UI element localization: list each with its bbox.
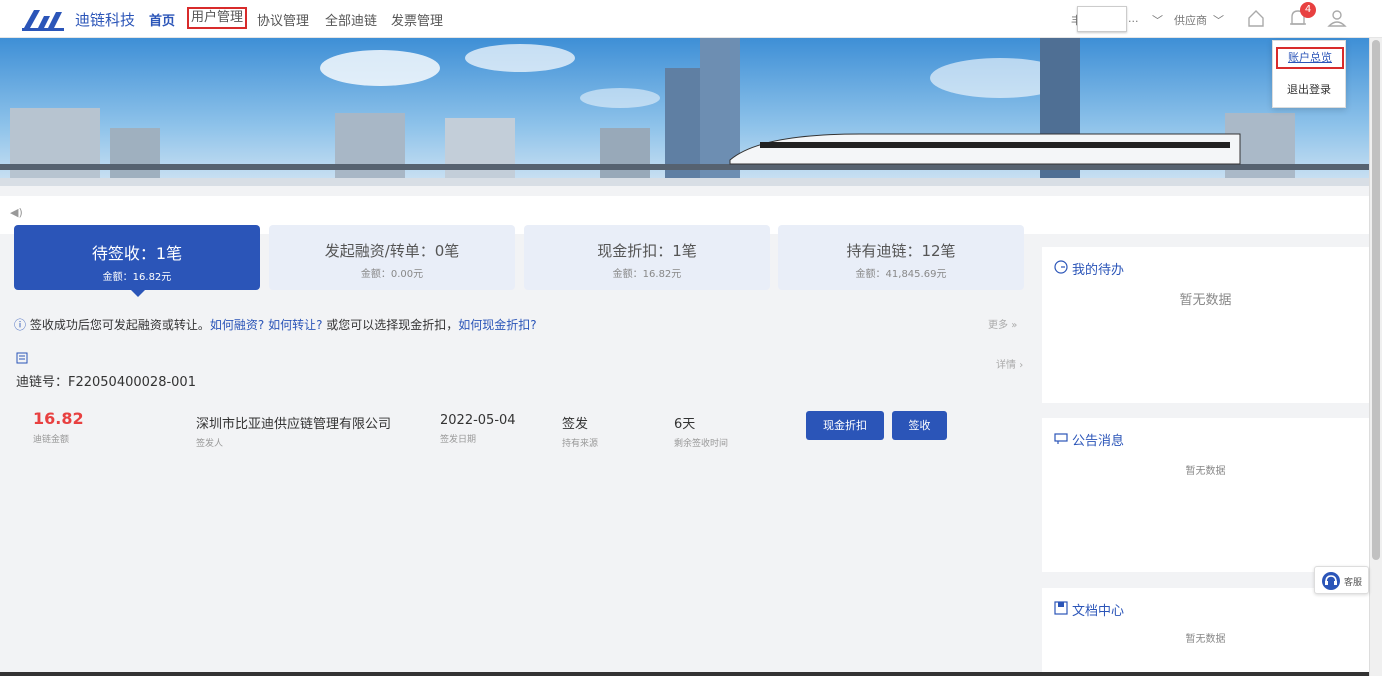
issue-date: 2022-05-04 xyxy=(440,413,516,428)
role-selector[interactable]: 供应商 xyxy=(1174,12,1207,28)
link-how-to-transfer[interactable]: 如何转让? xyxy=(268,318,322,332)
chain-amount: 16.82 xyxy=(33,409,84,428)
user-icon[interactable] xyxy=(1326,7,1348,29)
tab-title: 待签收：1笔 xyxy=(91,244,183,263)
more-label[interactable]: 更多 xyxy=(988,320,1008,331)
document-icon xyxy=(16,352,28,364)
user-name-mask xyxy=(1077,6,1127,32)
issuer-name: 深圳市比亚迪供应链管理有限公司 xyxy=(196,417,392,432)
empty-text: 暂无数据 xyxy=(1179,293,1232,308)
taskbar-edge xyxy=(0,672,1369,676)
chain-amount-label: 迪链金额 xyxy=(33,435,70,445)
link-how-to-finance[interactable]: 如何融资? xyxy=(210,318,264,332)
user-dropdown-menu: 账户总览 退出登录 xyxy=(1272,40,1346,108)
sign-hint: ⓘ 签收成功后您可发起融资或转让。如何融资? 如何转让? 或您可以选择现金折扣，… xyxy=(14,316,537,333)
issue-date-cell: 2022-05-04 签发日期 xyxy=(440,413,516,445)
nav-item-user-management[interactable]: 用户管理 xyxy=(187,7,248,29)
tab-title: 发起融资/转单：0笔 xyxy=(324,242,460,260)
sign-button[interactable]: 签收 xyxy=(892,411,947,440)
info-icon: ⓘ xyxy=(14,318,27,332)
remaining-time: 6天 xyxy=(674,417,696,432)
tab-holding-dilian[interactable]: 持有迪链：12笔 金额：41,845.69元 xyxy=(778,225,1024,290)
more-link[interactable]: 更多 » xyxy=(988,316,1017,331)
cash-discount-button[interactable]: 现金折扣 xyxy=(806,411,884,440)
empty-text: 暂无数据 xyxy=(1185,634,1226,645)
chain-number: 迪链号：F22050400028-001 xyxy=(16,375,196,390)
issue-date-label: 签发日期 xyxy=(440,435,477,445)
hint-middle: 或您可以选择现金折扣， xyxy=(326,318,459,332)
customer-service-button[interactable]: 客服 xyxy=(1314,566,1369,594)
tab-financing-transfer[interactable]: 发起融资/转单：0笔 金额：0.00元 xyxy=(269,225,515,290)
issuer-cell: 深圳市比亚迪供应链管理有限公司 签发人 xyxy=(196,413,391,449)
holding-source-label: 持有来源 xyxy=(562,439,599,449)
tab-amount: 金额：16.82元 xyxy=(612,269,682,280)
panel-title: 公告消息 xyxy=(1072,434,1125,449)
menu-item-account-overview[interactable]: 账户总览 xyxy=(1276,47,1344,69)
double-chevron-icon: » xyxy=(1011,320,1018,331)
todo-icon xyxy=(1054,260,1068,274)
tab-pending-sign[interactable]: 待签收：1笔 金额：16.82元 xyxy=(14,225,260,290)
notification-badge: 4 xyxy=(1300,2,1316,18)
hint-text: 签收成功后您可发起融资或转让。 xyxy=(29,318,210,332)
chain-amount-cell: 16.82 迪链金额 xyxy=(33,409,84,445)
menu-item-logout[interactable]: 退出登录 xyxy=(1273,81,1345,97)
logo-icon xyxy=(22,10,64,31)
nav-item-invoice-management[interactable]: 发票管理 xyxy=(391,10,443,29)
holding-source: 签发 xyxy=(562,417,589,432)
panel-title: 文档中心 xyxy=(1072,604,1125,619)
tab-cash-discount[interactable]: 现金折扣：1笔 金额：16.82元 xyxy=(524,225,770,290)
panel-my-todo: 我的待办 暂无数据 xyxy=(1042,247,1369,403)
page-scrollbar[interactable] xyxy=(1369,38,1382,676)
tab-amount: 金额：41,845.69元 xyxy=(855,269,947,280)
issuer-label: 签发人 xyxy=(196,439,224,449)
detail-label[interactable]: 详情 xyxy=(996,360,1016,371)
active-tab-arrow xyxy=(130,289,146,297)
chevron-down-icon[interactable]: ﹀ xyxy=(1213,12,1224,28)
nav-item-all-dilian[interactable]: 全部迪链 xyxy=(325,10,377,29)
tab-title: 持有迪链：12笔 xyxy=(846,242,956,260)
city-banner-image xyxy=(0,38,1369,186)
headset-icon xyxy=(1322,572,1340,590)
panel-announcements: 公告消息 暂无数据 xyxy=(1042,418,1369,572)
tab-amount: 金额：16.82元 xyxy=(102,272,172,283)
nav-item-home[interactable]: 首页 xyxy=(149,10,175,29)
user-name-suffix[interactable]: ... xyxy=(1128,12,1139,25)
empty-text: 暂无数据 xyxy=(1185,466,1226,477)
brand-name: 迪链科技 xyxy=(75,11,136,29)
link-how-to-cash-discount[interactable]: 如何现金折扣? xyxy=(458,318,536,332)
document-icon xyxy=(1054,601,1068,615)
detail-link[interactable]: 详情 › xyxy=(996,356,1023,371)
scrollbar-thumb[interactable] xyxy=(1372,40,1380,560)
home-icon[interactable] xyxy=(1245,7,1267,29)
tab-title: 现金折扣：1笔 xyxy=(597,242,697,260)
panel-title: 我的待办 xyxy=(1072,263,1125,278)
customer-service-label: 客服 xyxy=(1344,578,1363,588)
announcement-icon xyxy=(1054,433,1068,444)
top-nav: 迪链科技 首页 用户管理 协议管理 全部迪链 发票管理 丰 ... ﹀ 供应商 … xyxy=(0,0,1382,38)
speaker-icon: ◀︎) xyxy=(10,206,23,219)
nav-item-agreement-management[interactable]: 协议管理 xyxy=(257,10,309,29)
table-row: 16.82 迪链金额 深圳市比亚迪供应链管理有限公司 签发人 2022-05-0… xyxy=(16,395,1027,459)
app-window: 迪链科技 首页 用户管理 协议管理 全部迪链 发票管理 丰 ... ﹀ 供应商 … xyxy=(0,0,1382,676)
chevron-down-icon[interactable]: ﹀ xyxy=(1152,12,1163,28)
chevron-right-icon: › xyxy=(1019,360,1024,371)
source-cell: 签发 持有来源 xyxy=(562,413,598,449)
panel-document-center: 文档中心 暂无数据 xyxy=(1042,588,1369,672)
remaining-cell: 6天 剩余签收时间 xyxy=(674,413,728,449)
tab-amount: 金额：0.00元 xyxy=(360,269,424,280)
remaining-time-label: 剩余签收时间 xyxy=(674,439,729,449)
